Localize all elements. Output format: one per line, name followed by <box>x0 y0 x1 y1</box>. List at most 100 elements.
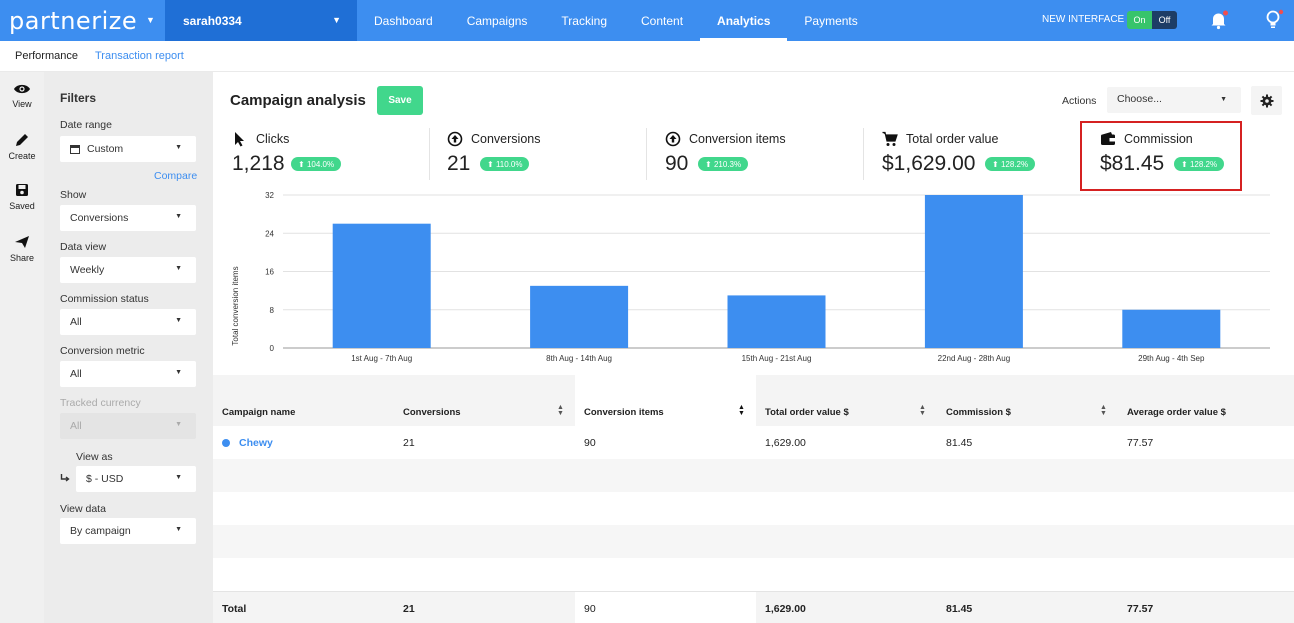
x-tick-label: 15th Aug - 21st Aug <box>742 354 812 363</box>
campaign-link[interactable]: Chewy <box>239 437 273 449</box>
page-title: Campaign analysis <box>230 92 366 109</box>
date-range-select[interactable]: Custom ▼ <box>60 136 196 162</box>
compare-link[interactable]: Compare <box>154 170 197 182</box>
actions-value: Choose... <box>1117 93 1162 105</box>
col-conversion-items[interactable]: Conversion items <box>584 407 664 418</box>
chart-bar[interactable] <box>530 285 629 348</box>
col-conversions[interactable]: Conversions <box>403 407 461 418</box>
col-commission[interactable]: Commission $ <box>946 407 1011 418</box>
metric-total-order-value: Total order value $1,629.00 ⬆ 128.2% <box>882 128 1077 188</box>
sort-icon[interactable]: ▲ ▼ <box>738 404 745 417</box>
metric-conversions-change-value: 110.0% <box>495 159 523 169</box>
settings-button[interactable] <box>1251 86 1282 115</box>
up-circle-icon <box>447 131 463 147</box>
footer-cell: 77.57 <box>1127 603 1154 615</box>
metric-total-order-value-label: Total order value <box>906 132 999 146</box>
tracked-currency-select: All ▼ <box>60 413 196 439</box>
x-tick-label: 1st Aug - 7th Aug <box>351 354 412 363</box>
sort-icon[interactable]: ▲ ▼ <box>557 404 564 417</box>
nav-content[interactable]: Content <box>624 0 700 41</box>
up-arrow-icon: ⬆ <box>298 159 307 169</box>
account-switcher[interactable]: sarah0334 ▼ <box>165 0 357 41</box>
commission-status-select[interactable]: All ▼ <box>60 309 196 335</box>
col-average-order-value[interactable]: Average order value $ <box>1127 407 1226 418</box>
footer-cell: 81.45 <box>946 603 973 615</box>
data-view-select[interactable]: Weekly ▼ <box>60 257 196 283</box>
metric-total-order-value-change-value: 128.2% <box>1000 159 1029 169</box>
pencil-icon <box>16 134 28 146</box>
metric-conversions: Conversions 21 ⬆ 110.0% <box>447 128 637 188</box>
data-view-label: Data view <box>60 241 107 253</box>
up-arrow-icon: ⬆ <box>487 159 496 169</box>
col-total-order-value[interactable]: Total order value $ <box>765 407 849 418</box>
toggle-on[interactable]: On <box>1127 11 1152 29</box>
metric-total-order-value-change: ⬆ 128.2% <box>985 157 1036 171</box>
footer-cell: 1,629.00 <box>765 603 806 615</box>
commission-highlight-box <box>1080 121 1242 191</box>
metric-conversions-label: Conversions <box>471 132 541 146</box>
empty-row <box>213 492 1294 525</box>
metric-conversion-items-change: ⬆ 210.3% <box>698 157 749 171</box>
x-tick-label: 29th Aug - 4th Sep <box>1138 354 1205 363</box>
sort-icon[interactable]: ▲ ▼ <box>919 404 926 417</box>
chart-bar[interactable] <box>924 195 1023 348</box>
view-as-value: $ - USD <box>86 473 124 485</box>
sort-icon[interactable]: ▲ ▼ <box>1100 404 1107 417</box>
chart-y-ticks: 0 8 16 24 32 <box>265 191 274 353</box>
rail-saved[interactable]: Saved <box>0 182 44 211</box>
metric-conversion-items-value: 90 <box>665 152 689 175</box>
footer-cell: 90 <box>584 603 596 615</box>
table-row: Chewy 21 90 1,629.00 81.45 77.57 <box>213 426 1294 459</box>
y-tick-label: 24 <box>265 229 274 238</box>
nav-campaigns[interactable]: Campaigns <box>450 0 545 41</box>
data-view-value: Weekly <box>70 264 105 276</box>
nav-tracking[interactable]: Tracking <box>544 0 624 41</box>
view-as-label: View as <box>76 451 113 463</box>
chevron-down-icon: ▼ <box>175 369 182 376</box>
show-select[interactable]: Conversions ▼ <box>60 205 196 231</box>
chart-bar[interactable] <box>727 295 826 348</box>
table-cell: 81.45 <box>946 437 973 449</box>
nav-analytics[interactable]: Analytics <box>700 0 788 41</box>
rail-view[interactable]: View <box>0 82 44 109</box>
chevron-down-icon: ▼ <box>332 15 341 25</box>
view-data-select[interactable]: By campaign ▼ <box>60 518 196 544</box>
return-arrow-icon <box>60 474 70 482</box>
rail-create[interactable]: Create <box>0 132 44 161</box>
chart-bar[interactable] <box>1122 309 1221 348</box>
y-tick-label: 8 <box>270 306 275 315</box>
account-name: sarah0334 <box>183 13 242 28</box>
filters-panel: Filters Date range Custom ▼ Compare Show… <box>44 72 213 623</box>
metric-conversion-items-label: Conversion items <box>689 132 786 146</box>
series-dot <box>222 439 230 447</box>
chart-bar[interactable] <box>332 223 431 348</box>
toggle-off[interactable]: Off <box>1152 11 1177 29</box>
brand-logo[interactable]: partnerize ▼ <box>0 0 165 41</box>
main-nav: Dashboard Campaigns Tracking Content Ana… <box>357 0 875 41</box>
table-cell: 77.57 <box>1127 437 1154 449</box>
subnav-performance[interactable]: Performance <box>15 50 78 62</box>
conversion-metric-select[interactable]: All ▼ <box>60 361 196 387</box>
col-campaign-name[interactable]: Campaign name <box>222 407 295 418</box>
floppy-disk-icon <box>16 184 28 196</box>
chevron-down-icon: ▼ <box>175 213 182 220</box>
nav-dashboard[interactable]: Dashboard <box>357 0 450 41</box>
metric-total-order-value-value: $1,629.00 <box>882 152 976 175</box>
tracked-currency-value: All <box>70 420 82 432</box>
lightbulb-icon[interactable] <box>1264 9 1284 31</box>
notifications-bell-icon[interactable] <box>1209 10 1229 30</box>
date-range-value: Custom <box>87 143 124 155</box>
view-as-select[interactable]: $ - USD ▼ <box>76 466 196 492</box>
y-tick-label: 0 <box>270 344 275 353</box>
rail-share[interactable]: Share <box>0 234 44 263</box>
save-button[interactable]: Save <box>377 86 423 115</box>
chevron-down-icon: ▼ <box>175 474 182 481</box>
subnav-transaction-report[interactable]: Transaction report <box>95 50 184 62</box>
brand-caret-icon[interactable]: ▼ <box>146 15 155 25</box>
nav-payments[interactable]: Payments <box>787 0 874 41</box>
actions-select[interactable]: Choose... ▼ <box>1107 87 1241 113</box>
brand-name: partnerize <box>9 6 138 35</box>
footer-cell: 21 <box>403 603 415 615</box>
chevron-down-icon: ▼ <box>175 526 182 533</box>
new-interface-toggle[interactable]: On Off <box>1127 11 1177 29</box>
